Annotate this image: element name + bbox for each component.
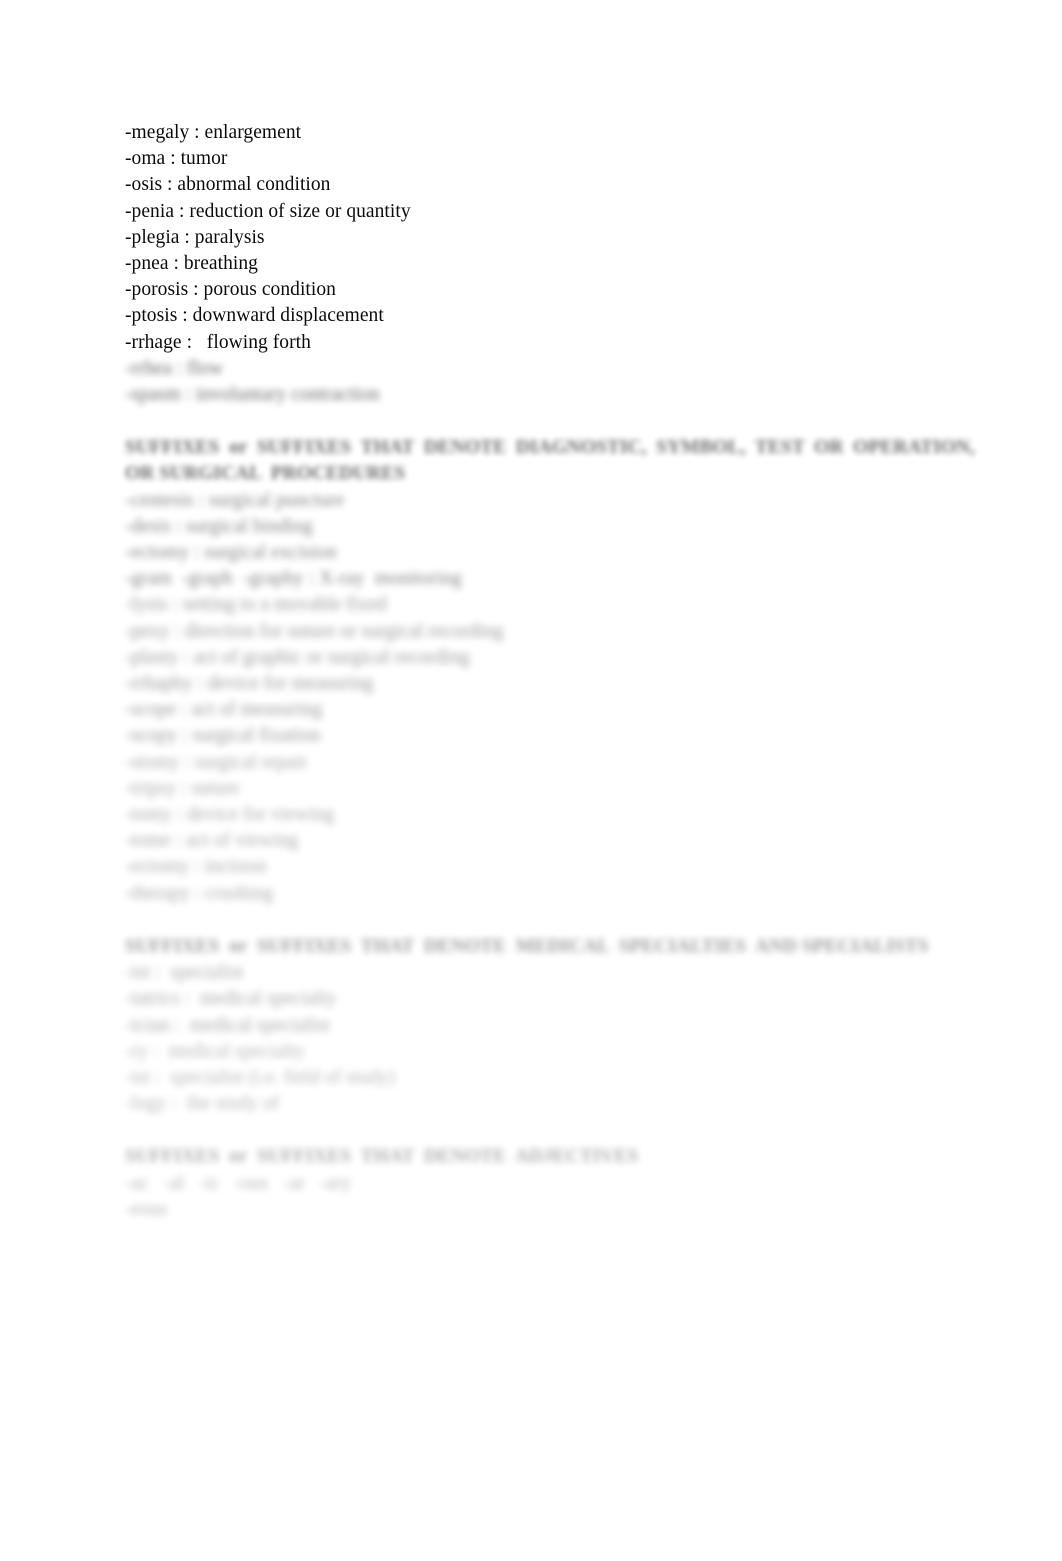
list-item: -scope : act of measuring <box>125 699 323 721</box>
section-procedures: SUFFIXES or SUFFIXES THAT DENOTE DIAGNOS… <box>125 435 1005 907</box>
list-item: -ectomy : incision <box>125 856 267 878</box>
list-item: -pexy : direction for suture or surgical… <box>125 620 504 642</box>
list-item: -penia : reduction of size or quantity <box>125 200 411 222</box>
list-item: -stomy : surgical repair <box>125 751 308 773</box>
list-item: -ician : medical specialist <box>125 1014 330 1036</box>
list-item: -tripsy : suture <box>125 777 240 799</box>
list-item: -gram -graph -graphy : X-ray monitoring <box>125 568 462 590</box>
section-heading: SUFFIXES or SUFFIXES THAT DENOTE DIAGNOS… <box>125 437 985 485</box>
list-item: -spasm : involuntary contraction <box>125 384 380 406</box>
suffix-list-faded: -rrhea : flow -spasm : involuntary contr… <box>125 356 1005 408</box>
list-item: -plasty : act of graphic or surgical rec… <box>125 646 470 668</box>
list-item: -ry : medical specialty <box>125 1040 305 1062</box>
section-heading: SUFFIXES or SUFFIXES THAT DENOTE MEDICAL… <box>125 935 929 957</box>
list-item: -oma : tumor <box>125 148 228 170</box>
list-item: -rrhea : flow <box>125 357 224 379</box>
list-item: -osis : abnormal condition <box>125 174 331 196</box>
list-item: -ectomy : surgical excision <box>125 542 337 564</box>
section-specialties: SUFFIXES or SUFFIXES THAT DENOTE MEDICAL… <box>125 934 1005 1117</box>
list-item: -scopy : surgical fixation <box>125 725 321 747</box>
list-item: -rrhaphy : device for measuring <box>125 673 374 695</box>
list-item: -therapy : crushing <box>125 882 274 904</box>
list-item: -plegia : paralysis <box>125 226 265 248</box>
list-item: -lysis : setting to a movable fixed <box>125 594 387 616</box>
document-page: -megaly : enlargement -oma : tumor -osis… <box>0 0 1062 1561</box>
section-adjectives: SUFFIXES or SUFFIXES THAT DENOTE ADJECTI… <box>125 1144 1005 1223</box>
list-item: -rrhage : flowing forth <box>125 331 311 353</box>
document-body: -megaly : enlargement -oma : tumor -osis… <box>125 120 1005 1223</box>
list-item: -ac -al -ic -ous -ar -ary <box>125 1172 352 1194</box>
list-item: -iatrics : medical specialty <box>125 988 337 1010</box>
list-item: -ist : specialist (i.e. field of study) <box>125 1066 396 1088</box>
list-item: -desis : surgical binding <box>125 515 313 537</box>
suffix-list-clear: -megaly : enlargement -oma : tumor -osis… <box>125 120 1005 356</box>
list-item: -ptosis : downward displacement <box>125 305 384 327</box>
list-item: -pnea : breathing <box>125 253 258 275</box>
list-item: -logy : the study of <box>125 1093 280 1115</box>
list-item: -megaly : enlargement <box>125 122 302 143</box>
list-item: -tome : act of viewing <box>125 830 299 852</box>
list-item: -ist : specialist <box>125 962 244 984</box>
list-item: -centesis : surgical puncture <box>125 489 345 511</box>
list-item: -eous <box>125 1198 168 1220</box>
section-heading: SUFFIXES or SUFFIXES THAT DENOTE ADJECTI… <box>125 1146 639 1168</box>
list-item: -porosis : porous condition <box>125 279 336 301</box>
list-item: -tomy : device for viewing <box>125 804 335 826</box>
